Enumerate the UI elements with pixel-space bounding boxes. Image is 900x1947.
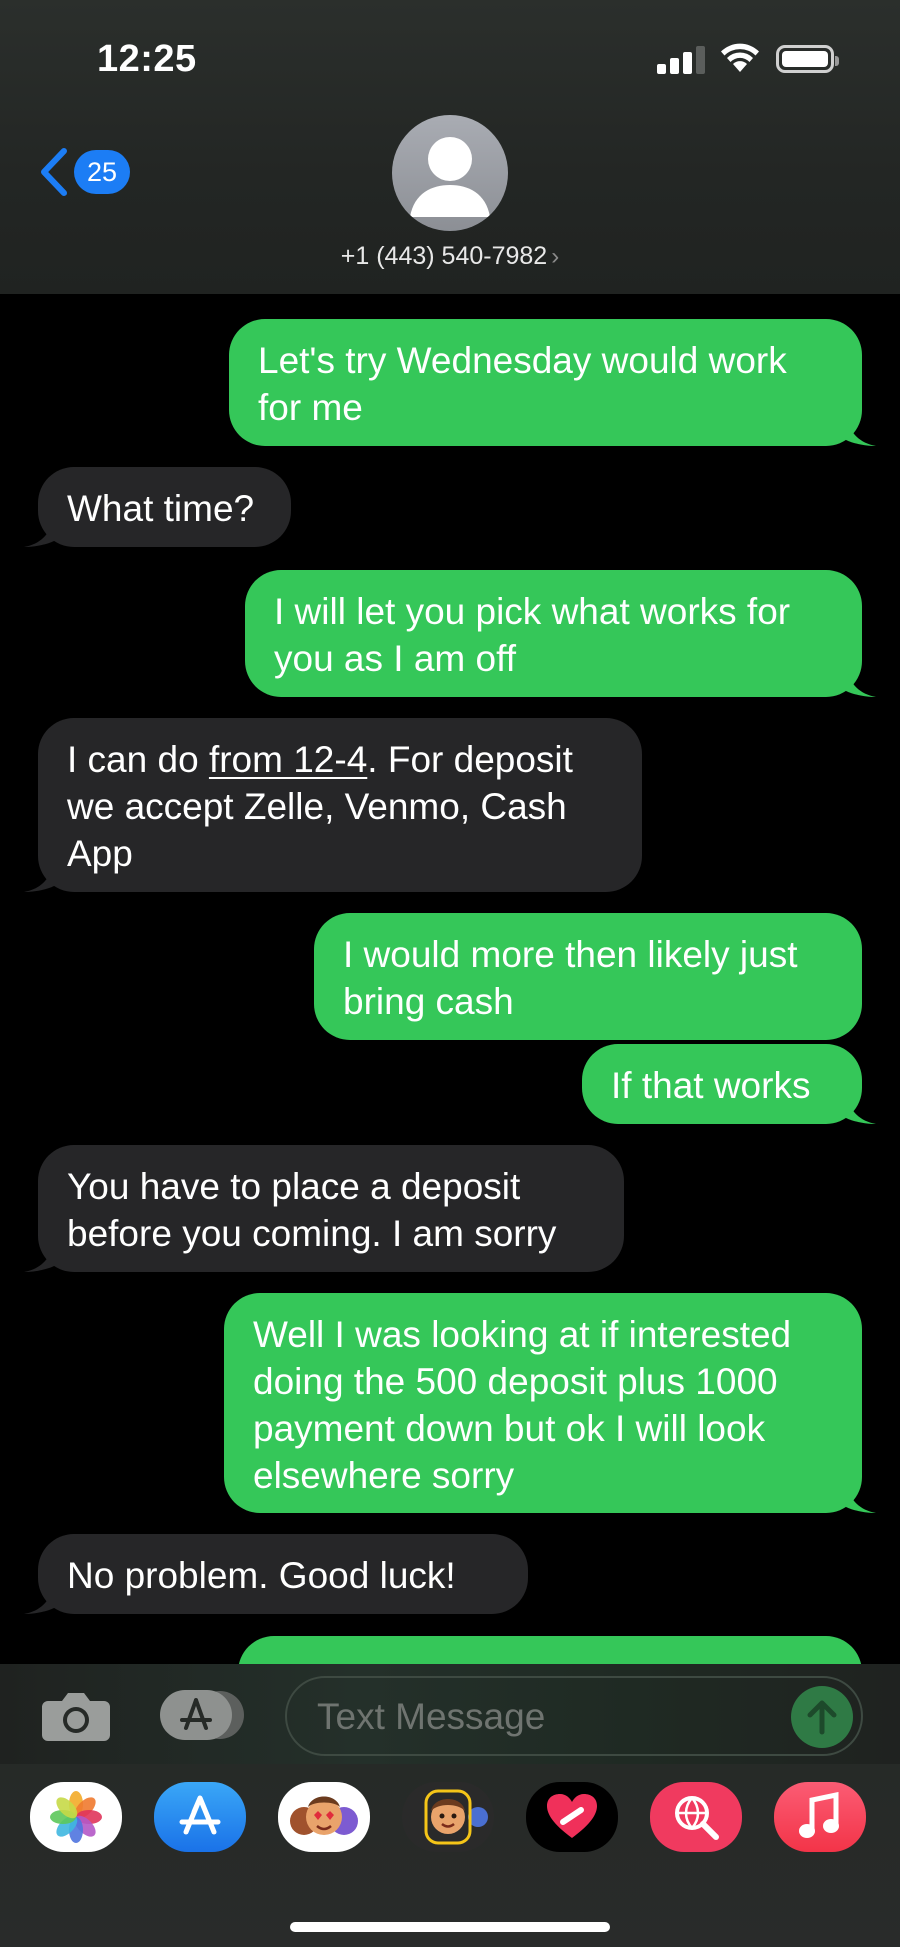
status-time: 12:25 xyxy=(97,38,197,80)
contact-number: +1 (443) 540-7982 xyxy=(340,242,548,270)
send-button[interactable] xyxy=(791,1686,853,1748)
search-images-app[interactable] xyxy=(650,1782,742,1852)
message-input-field[interactable] xyxy=(285,1676,863,1756)
heart-icon xyxy=(547,1794,597,1838)
message-bubble-sent[interactable]: Let's try Wednesday would work for me xyxy=(229,319,876,446)
music-app[interactable] xyxy=(774,1782,866,1852)
app-store-icon xyxy=(160,1690,244,1740)
camera-icon xyxy=(42,1693,110,1741)
message-text: If that works xyxy=(611,1065,811,1106)
message-text: I would more then likely just xyxy=(343,934,798,975)
message-text: we accept Zelle, Venmo, Cash xyxy=(67,786,567,827)
message-bubble-received[interactable]: You have to place a deposit before you c… xyxy=(24,1145,624,1272)
back-button[interactable]: 25 xyxy=(36,147,130,197)
time-detected-link[interactable]: from 12-4 xyxy=(209,739,367,780)
compose-bar xyxy=(0,1664,900,1764)
memoji-stickers-app[interactable] xyxy=(278,1782,370,1852)
globe-search-icon xyxy=(675,1796,719,1840)
message-text: No problem. Good luck! xyxy=(67,1555,456,1596)
conversation-header: 12:25 25 +1 (443) 540-7982 › xyxy=(0,0,900,294)
message-text: for me xyxy=(258,387,363,428)
message-text: bring cash xyxy=(343,981,514,1022)
message-thread[interactable]: Let's try Wednesday would work for me Wh… xyxy=(0,294,900,1664)
home-indicator[interactable] xyxy=(290,1922,610,1932)
message-text: you as I am off xyxy=(274,638,516,679)
message-text: What time? xyxy=(67,488,255,529)
message-text: payment down but ok I will look xyxy=(253,1408,766,1449)
memoji-app[interactable] xyxy=(402,1782,494,1852)
memoji-icon xyxy=(424,1789,488,1845)
bubble-tail xyxy=(24,1242,54,1272)
chevron-right-icon: › xyxy=(551,243,560,270)
memoji-stickers-icon xyxy=(290,1796,358,1835)
bubble-tail xyxy=(846,416,876,446)
imessage-app-drawer xyxy=(0,1764,900,1947)
message-text: before you coming. I am sorry xyxy=(67,1213,557,1254)
message-bubble-received[interactable]: I can do from 12-4. For deposit we accep… xyxy=(24,718,642,892)
bubble-tail xyxy=(846,667,876,697)
message-text: You have to place a deposit xyxy=(67,1166,521,1207)
wifi-icon xyxy=(721,43,759,72)
bubble-tail xyxy=(24,1584,54,1614)
message-bubble-received[interactable]: No problem. Good luck! xyxy=(24,1534,528,1614)
message-text: . For deposit xyxy=(367,739,573,780)
message-text: App xyxy=(67,833,133,874)
message-bubble-sent[interactable]: Well I was looking at if interested doin… xyxy=(224,1293,876,1513)
message-text: doing the 500 deposit plus 1000 xyxy=(253,1361,778,1402)
contact-avatar[interactable] xyxy=(392,115,508,231)
message-bubble-sent[interactable]: I will let you pick what works for you a… xyxy=(245,570,876,697)
photos-app[interactable] xyxy=(30,1782,122,1852)
message-text: I can do xyxy=(67,739,209,780)
bubble-tail xyxy=(24,517,54,547)
apps-button[interactable] xyxy=(160,1690,246,1740)
message-text: elsewhere sorry xyxy=(253,1455,515,1496)
bubble-tail xyxy=(24,862,54,892)
bubble-tail xyxy=(846,1094,876,1124)
arrow-up-icon xyxy=(807,1700,837,1735)
message-bubble-received[interactable]: What time? xyxy=(24,467,291,547)
bubble-tail xyxy=(846,1483,876,1513)
message-text: I will let you pick what works for xyxy=(274,591,791,632)
message-input[interactable] xyxy=(317,1692,767,1742)
cellular-signal-icon xyxy=(657,46,705,74)
unread-count-badge: 25 xyxy=(74,150,130,194)
battery-icon xyxy=(776,45,839,73)
message-bubble-sent[interactable]: If that works xyxy=(582,1044,876,1124)
chevron-left-icon xyxy=(41,148,67,196)
photos-icon xyxy=(50,1791,102,1843)
message-text: Let's try Wednesday would work xyxy=(258,340,787,381)
contact-name-button[interactable]: +1 (443) 540-7982 › xyxy=(0,242,900,271)
person-icon xyxy=(410,137,490,217)
app-store-a-icon xyxy=(179,1795,221,1835)
message-text: Well I was looking at if interested xyxy=(253,1314,792,1355)
partial-message-bottom[interactable] xyxy=(238,1636,862,1664)
digital-touch-app[interactable] xyxy=(526,1782,618,1852)
message-bubble-sent[interactable]: I would more then likely just bring cash xyxy=(314,913,862,1040)
music-note-icon xyxy=(799,1792,839,1838)
camera-button[interactable] xyxy=(40,1687,112,1748)
app-store-app[interactable] xyxy=(154,1782,246,1852)
